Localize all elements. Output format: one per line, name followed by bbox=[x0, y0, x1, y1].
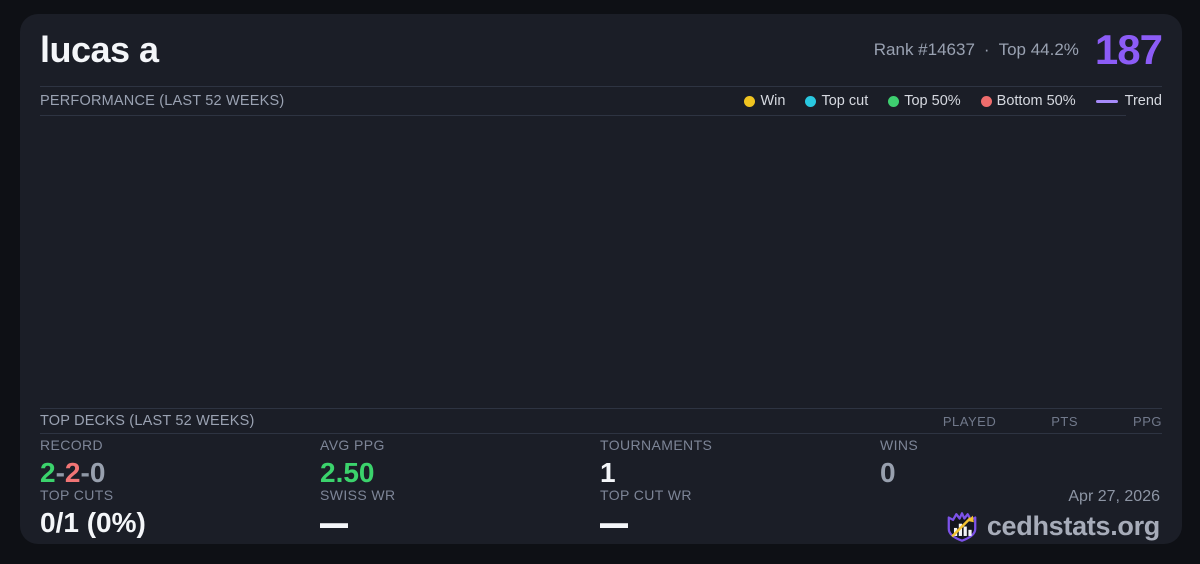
card-footer: Apr 27, 2026 cedhstats.org bbox=[880, 488, 1160, 544]
top-decks-section-header: TOP DECKS (LAST 52 WEEKS) PLAYED PTS PPG bbox=[40, 409, 1162, 433]
stat-wins: WINS 0 bbox=[880, 437, 1160, 489]
legend-item-trend: Trend bbox=[1095, 93, 1162, 109]
player-stats-card: lucas a Rank #14637 · Top 44.2% 187 PERF… bbox=[20, 14, 1182, 544]
stat-label: TOP CUTS bbox=[40, 486, 114, 503]
performance-chart bbox=[40, 116, 1162, 408]
column-header-ppg: PPG bbox=[1133, 413, 1162, 429]
dot-separator: · bbox=[983, 40, 990, 59]
top-cut-dot-icon bbox=[805, 95, 817, 107]
deck-column-headers: PLAYED PTS PPG bbox=[943, 414, 1162, 429]
brand-link[interactable]: cedhstats.org bbox=[945, 510, 1160, 544]
trend-line-icon bbox=[1095, 99, 1118, 103]
generated-date: Apr 27, 2026 bbox=[1068, 487, 1160, 505]
card-header: lucas a Rank #14637 · Top 44.2% 187 bbox=[40, 14, 1163, 86]
swiss-wr-value: — bbox=[320, 496, 348, 544]
column-header-played: PLAYED bbox=[942, 413, 997, 429]
top-cuts-value: 0/1 (0%) bbox=[40, 507, 146, 539]
avg-ppg-value: 2.50 bbox=[320, 457, 375, 489]
brand-text: cedhstats.org bbox=[986, 511, 1160, 542]
win-dot-icon bbox=[744, 95, 756, 107]
stat-top-cuts: TOP CUTS 0/1 (0%) bbox=[40, 486, 320, 544]
performance-title: PERFORMANCE (LAST 52 WEEKS) bbox=[40, 93, 285, 109]
points-value: 187 bbox=[1094, 26, 1163, 73]
top-cut-wr-value: — bbox=[600, 496, 628, 544]
stat-top-cut-wr: TOP CUT WR — bbox=[600, 486, 880, 544]
rank-summary: Rank #14637 · Top 44.2% 187 bbox=[874, 26, 1163, 74]
cedhstats-logo-icon bbox=[947, 511, 977, 542]
legend-item-win: Win bbox=[744, 93, 785, 109]
performance-section-header: PERFORMANCE (LAST 52 WEEKS) Win Top cut … bbox=[40, 87, 1162, 115]
top-decks-title: TOP DECKS (LAST 52 WEEKS) bbox=[40, 413, 255, 429]
legend-item-top-cut: Top cut bbox=[805, 93, 868, 109]
record-draws: 0 bbox=[89, 457, 106, 489]
stat-record: RECORD 2-2-0 bbox=[40, 437, 320, 488]
stats-summary: RECORD 2-2-0 AVG PPG 2.50 TOURNAMENTS 1 … bbox=[40, 434, 1162, 544]
column-header-pts: PTS bbox=[1051, 413, 1079, 429]
stat-label: SWISS WR bbox=[320, 486, 396, 503]
record-value: 2-2-0 bbox=[40, 458, 320, 487]
legend-label: Bottom 50% bbox=[996, 93, 1076, 109]
chart-legend: Win Top cut Top 50% Bottom 50% Trend bbox=[744, 93, 1162, 109]
legend-item-top-50: Top 50% bbox=[888, 93, 961, 109]
legend-label: Top cut bbox=[821, 93, 869, 109]
legend-item-bottom-50: Bottom 50% bbox=[980, 93, 1076, 109]
legend-label: Top 50% bbox=[904, 93, 961, 109]
wins-value: 0 bbox=[880, 457, 896, 489]
stats-row-2: TOP CUTS 0/1 (0%) SWISS WR — TOP CUT WR … bbox=[40, 486, 1162, 544]
bottom-50-dot-icon bbox=[980, 95, 992, 107]
stat-label: RECORD bbox=[40, 437, 104, 453]
top-percent-label: Top 44.2% bbox=[998, 40, 1079, 59]
stat-avg-ppg: AVG PPG 2.50 bbox=[320, 437, 600, 489]
rank-label: Rank #14637 bbox=[873, 40, 975, 59]
stat-swiss-wr: SWISS WR — bbox=[320, 486, 600, 544]
rank-line: Rank #14637 · Top 44.2% bbox=[874, 40, 1079, 60]
record-wins: 2 bbox=[40, 457, 56, 489]
stats-row-1: RECORD 2-2-0 AVG PPG 2.50 TOURNAMENTS 1 … bbox=[40, 437, 1162, 489]
stat-label: AVG PPG bbox=[320, 437, 385, 453]
stat-label: TOP CUT WR bbox=[600, 486, 692, 503]
player-name: lucas a bbox=[40, 29, 159, 70]
record-separator: - bbox=[55, 457, 65, 489]
legend-label: Win bbox=[760, 93, 786, 109]
top-50-dot-icon bbox=[888, 95, 900, 107]
stat-tournaments: TOURNAMENTS 1 bbox=[600, 437, 880, 489]
tournaments-value: 1 bbox=[600, 457, 616, 489]
stat-label: WINS bbox=[880, 437, 919, 453]
record-losses: 2 bbox=[64, 457, 81, 489]
stat-label: TOURNAMENTS bbox=[600, 437, 713, 453]
legend-label: Trend bbox=[1124, 93, 1162, 109]
record-separator: - bbox=[80, 457, 90, 489]
